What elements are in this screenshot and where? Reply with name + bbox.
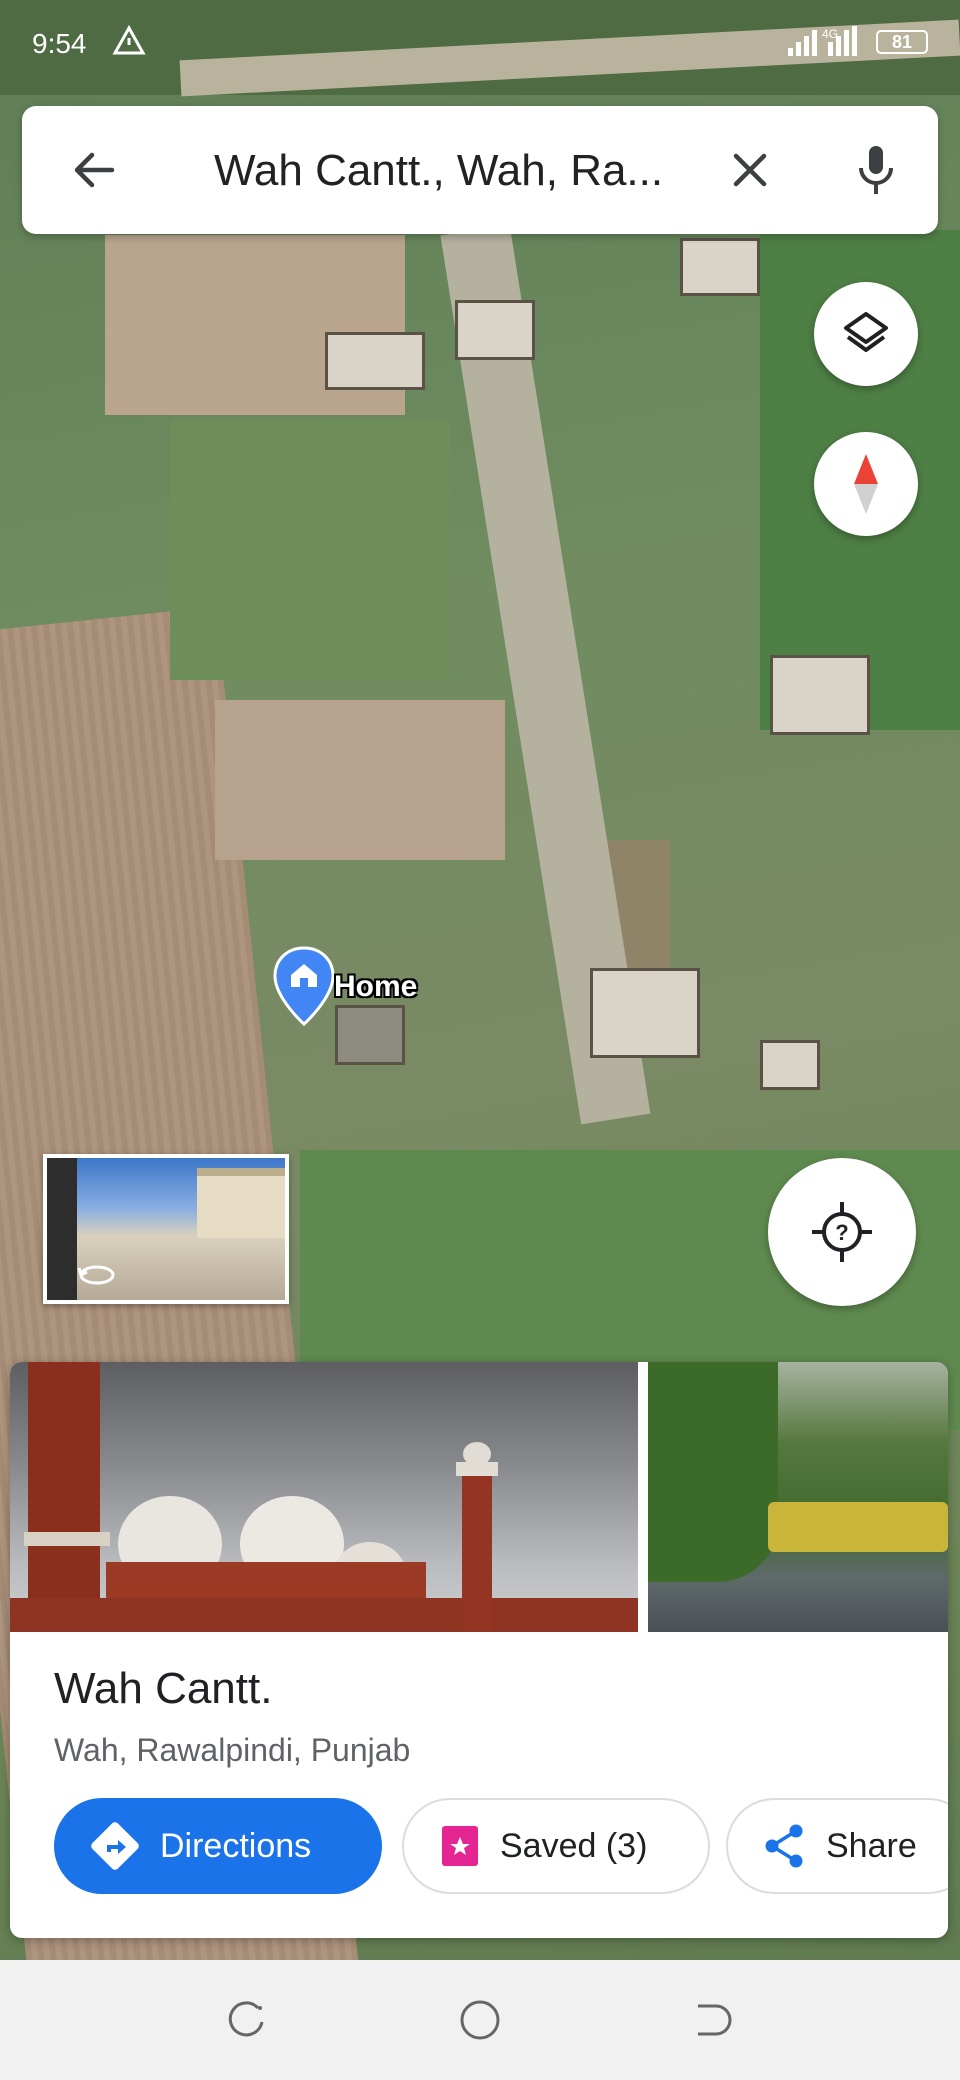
street-view-thumbnail[interactable]: [43, 1154, 289, 1304]
map-building: [680, 238, 760, 296]
home-nav-icon[interactable]: [458, 1998, 502, 2042]
place-photo-mosque[interactable]: [10, 1362, 638, 1632]
directions-label: Directions: [160, 1826, 312, 1865]
signal-icon: 4G: [786, 24, 870, 65]
map-building: [590, 968, 700, 1058]
directions-icon: [91, 1822, 139, 1870]
layers-icon: [844, 312, 888, 352]
system-nav-bar: [0, 1960, 960, 2080]
saved-button[interactable]: Saved (3): [402, 1798, 710, 1894]
network-type: 4G: [822, 27, 838, 41]
compass-button[interactable]: [814, 432, 918, 536]
share-button[interactable]: Share: [726, 1798, 948, 1894]
directions-button[interactable]: Directions: [54, 1798, 382, 1894]
battery-level: 81: [876, 30, 928, 54]
map-building: [335, 1005, 405, 1065]
back-nav-icon[interactable]: [690, 1998, 734, 2042]
home-pin-icon[interactable]: [273, 946, 335, 1026]
map-plot: [215, 700, 505, 860]
saved-label: Saved (3): [500, 1826, 648, 1865]
place-address: Wah, Rawalpindi, Punjab: [54, 1732, 411, 1768]
status-bar: 9:54 4G 81: [0, 0, 960, 88]
recent-apps-icon[interactable]: [226, 1998, 270, 2042]
map-building: [760, 1040, 820, 1090]
mic-icon[interactable]: [850, 142, 902, 198]
map-building: [770, 655, 870, 735]
my-location-button[interactable]: ?: [768, 1158, 916, 1306]
compass-icon: [854, 454, 878, 514]
rotate-360-icon: [77, 1265, 115, 1285]
map-building: [325, 332, 425, 390]
close-icon[interactable]: [724, 144, 776, 196]
bookmark-icon: [442, 1826, 478, 1866]
alert-triangle-icon: [112, 24, 146, 55]
search-query[interactable]: Wah Cantt., Wah, Ra...: [214, 146, 663, 196]
share-icon: [765, 1824, 803, 1868]
location-unknown-icon: ?: [812, 1202, 872, 1262]
map-building: [455, 300, 535, 360]
photo-tree: [648, 1362, 778, 1582]
share-label: Share: [826, 1826, 917, 1865]
layers-button[interactable]: [814, 282, 918, 386]
status-time: 9:54: [32, 28, 87, 59]
mosque-illustration: [10, 1362, 638, 1632]
home-label[interactable]: Home: [334, 970, 417, 1004]
place-photo-garden[interactable]: [648, 1362, 948, 1632]
place-title: Wah Cantt.: [54, 1664, 273, 1713]
street-view-shade: [47, 1158, 77, 1300]
arrow-left-icon[interactable]: [68, 144, 120, 196]
street-view-building: [197, 1168, 285, 1238]
map-field: [170, 420, 450, 680]
photo-hedge: [768, 1502, 948, 1552]
svg-text:?: ?: [835, 1220, 848, 1245]
place-sheet[interactable]: Wah Cantt. Wah, Rawalpindi, Punjab Direc…: [10, 1362, 948, 1938]
search-bar[interactable]: Wah Cantt., Wah, Ra...: [22, 106, 938, 234]
